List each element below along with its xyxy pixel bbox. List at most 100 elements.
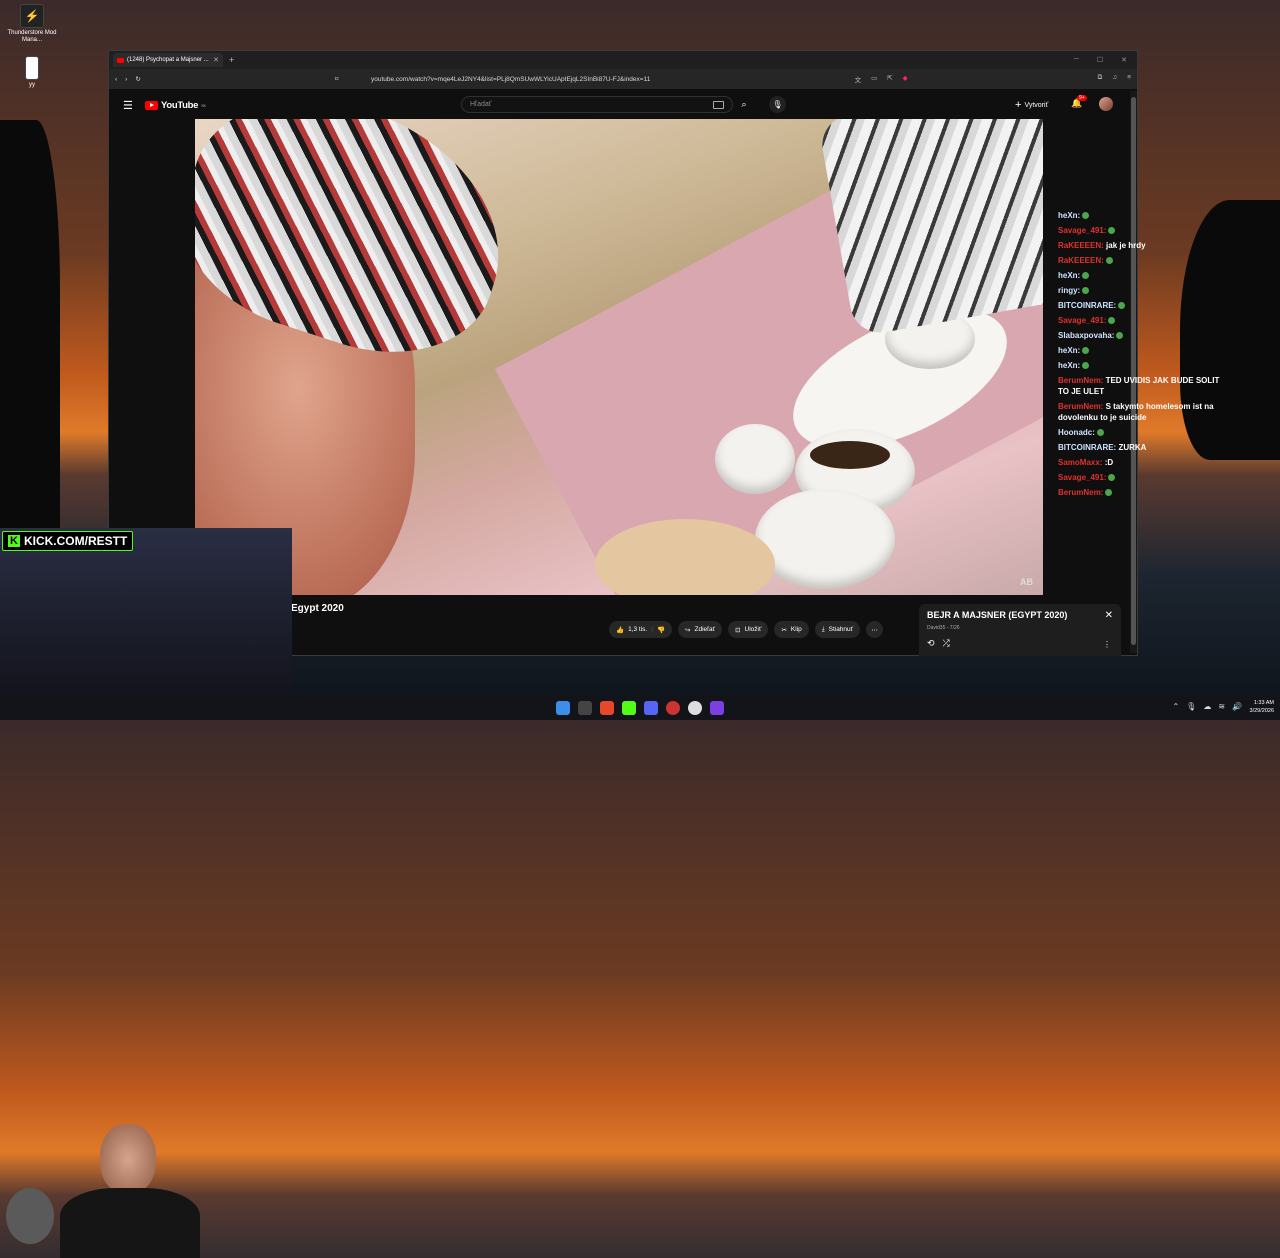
bookmark-icon[interactable]: ⌑ [335, 75, 338, 83]
address-bar: ‹ › ↻ ⌑ youtube.com/watch?v=mqe4LeJ2NY4&… [109, 69, 1137, 89]
chat-username: heXn: [1058, 361, 1081, 370]
chat-username: BerumNem: [1058, 402, 1104, 411]
share-button[interactable]: ↪ Zdieľať [678, 621, 723, 638]
palm-silhouette-left [0, 120, 60, 540]
shuffle-icon[interactable]: ⤮ [943, 638, 950, 649]
emote-icon [1105, 257, 1113, 265]
chat-message: heXn: [1058, 208, 1228, 223]
search-input[interactable]: Hľadať [461, 96, 733, 113]
chat-text: jak je hrdy [1106, 241, 1146, 250]
more-actions-button[interactable]: ⋯ [866, 621, 884, 638]
close-tab-icon[interactable]: ✕ [213, 56, 219, 64]
desktop-icon-yy[interactable]: yy [4, 56, 60, 89]
desktop-icon-thunderstore[interactable]: ⚡ Thunderstore Mod Mana... [4, 4, 60, 44]
chat-message: SamoMaxx: :D [1058, 455, 1228, 470]
extensions-icon[interactable]: ⧉ [1098, 74, 1103, 84]
youtube-header: ☰ YouTube SK Hľadať ⌕ 🎙 + Vytvoriť 🔔 9+ [109, 91, 1137, 119]
playlist-panel: BEJR A MAJSNER (EGYPT 2020) David35 - 7/… [919, 604, 1121, 656]
clip-button[interactable]: ✂ Klip [774, 621, 809, 638]
new-tab-button[interactable]: + [229, 55, 234, 65]
cast-icon[interactable]: ▭ [871, 74, 877, 84]
clock[interactable]: 1:33 AM 3/29/2026 [1250, 699, 1274, 715]
thumbs-down-icon[interactable]: 👎 [657, 626, 665, 634]
hamburger-menu-icon[interactable]: ☰ [123, 99, 133, 112]
reload-icon[interactable]: ↻ [135, 75, 140, 83]
emote-icon [1108, 227, 1116, 235]
download-icon: ⤓ [821, 625, 825, 633]
chat-username: Savage_491: [1058, 473, 1107, 482]
media-icon[interactable]: ♫ [1112, 74, 1117, 84]
chat-username: RaKEEEEN: [1058, 256, 1104, 265]
chat-username: BITCOINRARE: [1058, 301, 1117, 310]
like-button[interactable]: 👍 1,3 tis. | 👎 [609, 621, 673, 638]
emote-icon [1108, 474, 1116, 482]
minimize-button[interactable]: ─ [1074, 56, 1079, 64]
youtube-logo-text: YouTube [161, 99, 199, 111]
create-button[interactable]: + Vytvoriť [1015, 99, 1048, 111]
channel-watermark[interactable]: AB [1020, 577, 1033, 587]
streamer-face [100, 1124, 156, 1194]
chat-username: Slabaxpovaha: [1058, 331, 1115, 340]
chat-text: :D [1104, 458, 1114, 467]
video-frame-coffee [810, 441, 890, 469]
tab-strip: (1248) Psychopat a Majsner ... ✕ + ─ ☐ ✕ [109, 51, 1137, 69]
mic-icon: 🎙 [772, 100, 783, 109]
like-count: 1,3 tis. [628, 626, 648, 633]
thunderstore-icon: ⚡ [20, 4, 44, 28]
volume-icon[interactable]: 🔊 [1232, 702, 1242, 711]
kick-logo-icon: K [8, 535, 20, 547]
twitch-icon[interactable] [710, 701, 724, 715]
emote-icon [1118, 302, 1126, 310]
chevron-up-icon[interactable]: ⌃ [1172, 702, 1179, 711]
chat-username: ringy: [1058, 286, 1081, 295]
url-field[interactable]: youtube.com/watch?v=mqe4LeJ2NY4&list=PLj… [371, 76, 650, 83]
emote-icon [1108, 317, 1116, 325]
share-page-icon[interactable]: ⇱ [887, 74, 892, 84]
close-playlist-icon[interactable]: ✕ [1105, 610, 1113, 621]
divider: | [651, 626, 653, 633]
menu-icon[interactable]: ≡ [1127, 74, 1131, 84]
translate-icon[interactable]: 文 [855, 74, 862, 84]
bookmark-save-icon: ⊡ [735, 626, 741, 634]
forward-icon[interactable]: › [125, 76, 127, 83]
xbox-icon[interactable] [578, 701, 592, 715]
more-icon: ⋯ [871, 626, 878, 634]
maximize-button[interactable]: ☐ [1097, 56, 1103, 64]
close-window-button[interactable]: ✕ [1121, 56, 1127, 64]
chat-username: SamoMaxx: [1058, 458, 1103, 467]
video-player[interactable]: AB [195, 119, 1043, 595]
notifications-button[interactable]: 🔔 9+ [1071, 95, 1087, 109]
chat-username: BITCOINRARE: [1058, 443, 1117, 452]
voice-search-button[interactable]: 🎙 [769, 96, 786, 113]
wifi-icon[interactable]: ≋ [1218, 702, 1225, 711]
chat-username: heXn: [1058, 271, 1081, 280]
youtube-logo[interactable]: YouTube SK [145, 100, 206, 111]
tab-title: (1248) Psychopat a Majsner ... [127, 57, 209, 63]
download-label: Stiahnuť [828, 626, 854, 633]
playlist-subtitle: David35 - 7/26 [927, 625, 960, 631]
maps-pin-icon[interactable] [666, 701, 680, 715]
brave-icon[interactable] [600, 701, 614, 715]
mic-tray-icon[interactable]: 🎙 [1186, 702, 1196, 711]
kick-icon[interactable] [622, 701, 636, 715]
keyboard-icon[interactable] [713, 101, 724, 109]
chrome-icon[interactable] [688, 701, 702, 715]
taskbar: ⌃ 🎙 ☁ ≋ 🔊 1:33 AM 3/29/2026 [0, 696, 1280, 720]
emote-icon [1082, 347, 1090, 355]
cloud-icon[interactable]: ☁ [1203, 702, 1211, 711]
playlist-title[interactable]: BEJR A MAJSNER (EGYPT 2020) [927, 610, 1067, 620]
playlist-more-icon[interactable]: ⋮ [1103, 640, 1111, 649]
back-icon[interactable]: ‹ [115, 76, 117, 83]
loop-icon[interactable]: ⟲ [927, 638, 935, 649]
save-label: Uložiť [744, 626, 762, 633]
browser-tab[interactable]: (1248) Psychopat a Majsner ... ✕ [113, 53, 223, 67]
video-frame-sleeve [817, 119, 1043, 338]
brave-shield-icon[interactable]: ◆ [903, 74, 908, 84]
save-button[interactable]: ⊡ Uložiť [728, 621, 769, 638]
video-frame-cup [715, 424, 795, 494]
start-icon[interactable] [556, 701, 570, 715]
discord-icon[interactable] [644, 701, 658, 715]
download-button[interactable]: ⤓ Stiahnuť [814, 621, 861, 638]
search-button[interactable]: ⌕ [733, 96, 755, 113]
avatar[interactable] [1099, 97, 1113, 111]
